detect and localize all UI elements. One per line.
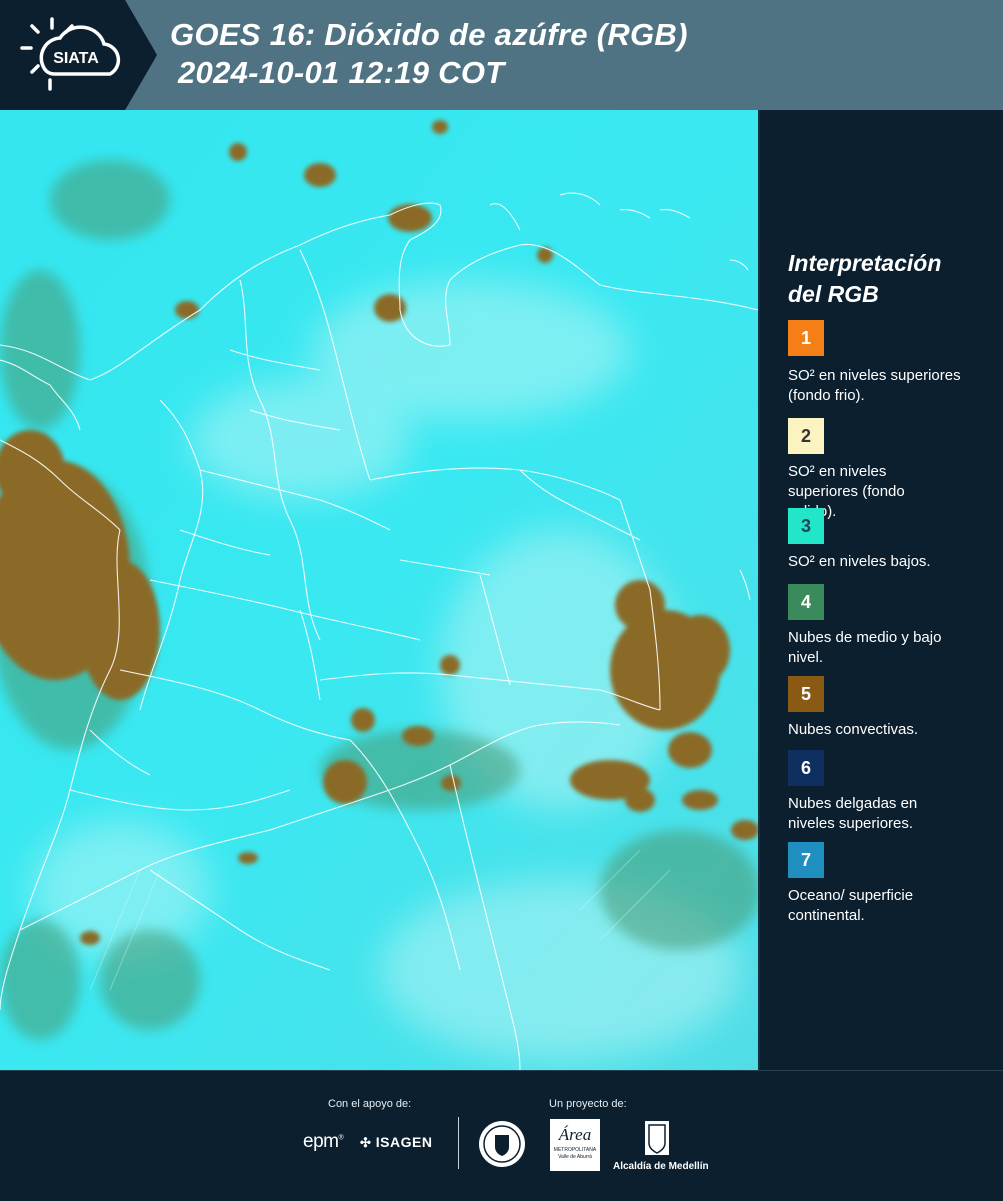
- legend-item-6: 6 Nubes delgadas en niveles superiores.: [788, 750, 948, 834]
- legend-item-3: 3 SO² en niveles bajos.: [788, 508, 973, 572]
- footer: Con el apoyo de: Un proyecto de: epm® ✣ …: [0, 1070, 1003, 1201]
- area-sub2-text: Valle de Aburrá: [558, 1154, 592, 1160]
- legend-swatch-1: 1: [788, 320, 824, 356]
- legend-label-3: SO² en niveles bajos.: [788, 553, 931, 570]
- footer-divider: [458, 1117, 459, 1169]
- legend-label-4: Nubes de medio y bajo nivel.: [788, 629, 942, 666]
- satellite-map[interactable]: [0, 110, 758, 1070]
- medellin-seal-icon: [479, 1121, 525, 1167]
- legend-panel: Interpretación del RGB 1 SO² en niveles …: [788, 248, 988, 924]
- legend-swatch-6: 6: [788, 750, 824, 786]
- epm-text: epm: [303, 1131, 339, 1152]
- legend-item-7: 7 Oceano/ superficie continental.: [788, 842, 948, 926]
- svg-text:SIATA: SIATA: [53, 50, 99, 67]
- legend-title-line-1: Interpretación: [788, 250, 942, 276]
- legend-title-line-2: del RGB: [788, 281, 879, 307]
- legend-swatch-3: 3: [788, 508, 824, 544]
- support-label: Con el apoyo de:: [328, 1098, 412, 1110]
- panel-separator: [758, 110, 760, 1070]
- title-line-2: 2024-10-01 12:19 COT: [178, 55, 505, 90]
- alcaldia-text: Alcaldía de Medellín: [613, 1161, 709, 1172]
- legend-swatch-2: 2: [788, 418, 824, 454]
- satellite-image: [0, 110, 758, 1070]
- project-label: Un proyecto de:: [549, 1098, 627, 1110]
- legend-item-1: 1 SO² en niveles superiores (fondo frio)…: [788, 320, 973, 406]
- legend-item-5: 5 Nubes convectivas.: [788, 676, 973, 740]
- page-title: GOES 16: Dióxido de azúfre (RGB) 2024-10…: [170, 16, 688, 92]
- area-sub-text: METROPOLITANA: [553, 1147, 597, 1153]
- legend-label-1: SO² en niveles superiores (fondo frio).: [788, 367, 961, 404]
- legend-label-6: Nubes delgadas en niveles superiores.: [788, 795, 918, 832]
- area-metropolitana-logo: Área METROPOLITANA Valle de Aburrá: [550, 1119, 600, 1171]
- legend-swatch-4: 4: [788, 584, 824, 620]
- area-text: Área: [558, 1125, 592, 1144]
- legend-label-7: Oceano/ superficie continental.: [788, 887, 914, 924]
- legend-item-2: 2 SO² en niveles superiores (fondo calid…: [788, 418, 948, 522]
- epm-logo: epm®: [303, 1131, 344, 1152]
- isagen-logo: ✣ ISAGEN: [360, 1134, 432, 1151]
- title-line-1: GOES 16: Dióxido de azúfre (RGB): [170, 17, 688, 52]
- isagen-text: ISAGEN: [375, 1134, 433, 1150]
- legend-label-5: Nubes convectivas.: [788, 721, 919, 738]
- logo-box: SIATA: [0, 0, 155, 110]
- legend-swatch-5: 5: [788, 676, 824, 712]
- legend-swatch-7: 7: [788, 842, 824, 878]
- alcaldia-shield-icon: [645, 1121, 669, 1155]
- isagen-icon: ✣: [360, 1135, 372, 1150]
- legend-title: Interpretación del RGB: [788, 248, 988, 310]
- legend-item-4: 4 Nubes de medio y bajo nivel.: [788, 584, 973, 668]
- siata-logo-icon: SIATA: [20, 17, 121, 91]
- header: SIATA GOES 16: Dióxido de azúfre (RGB) 2…: [0, 0, 1003, 110]
